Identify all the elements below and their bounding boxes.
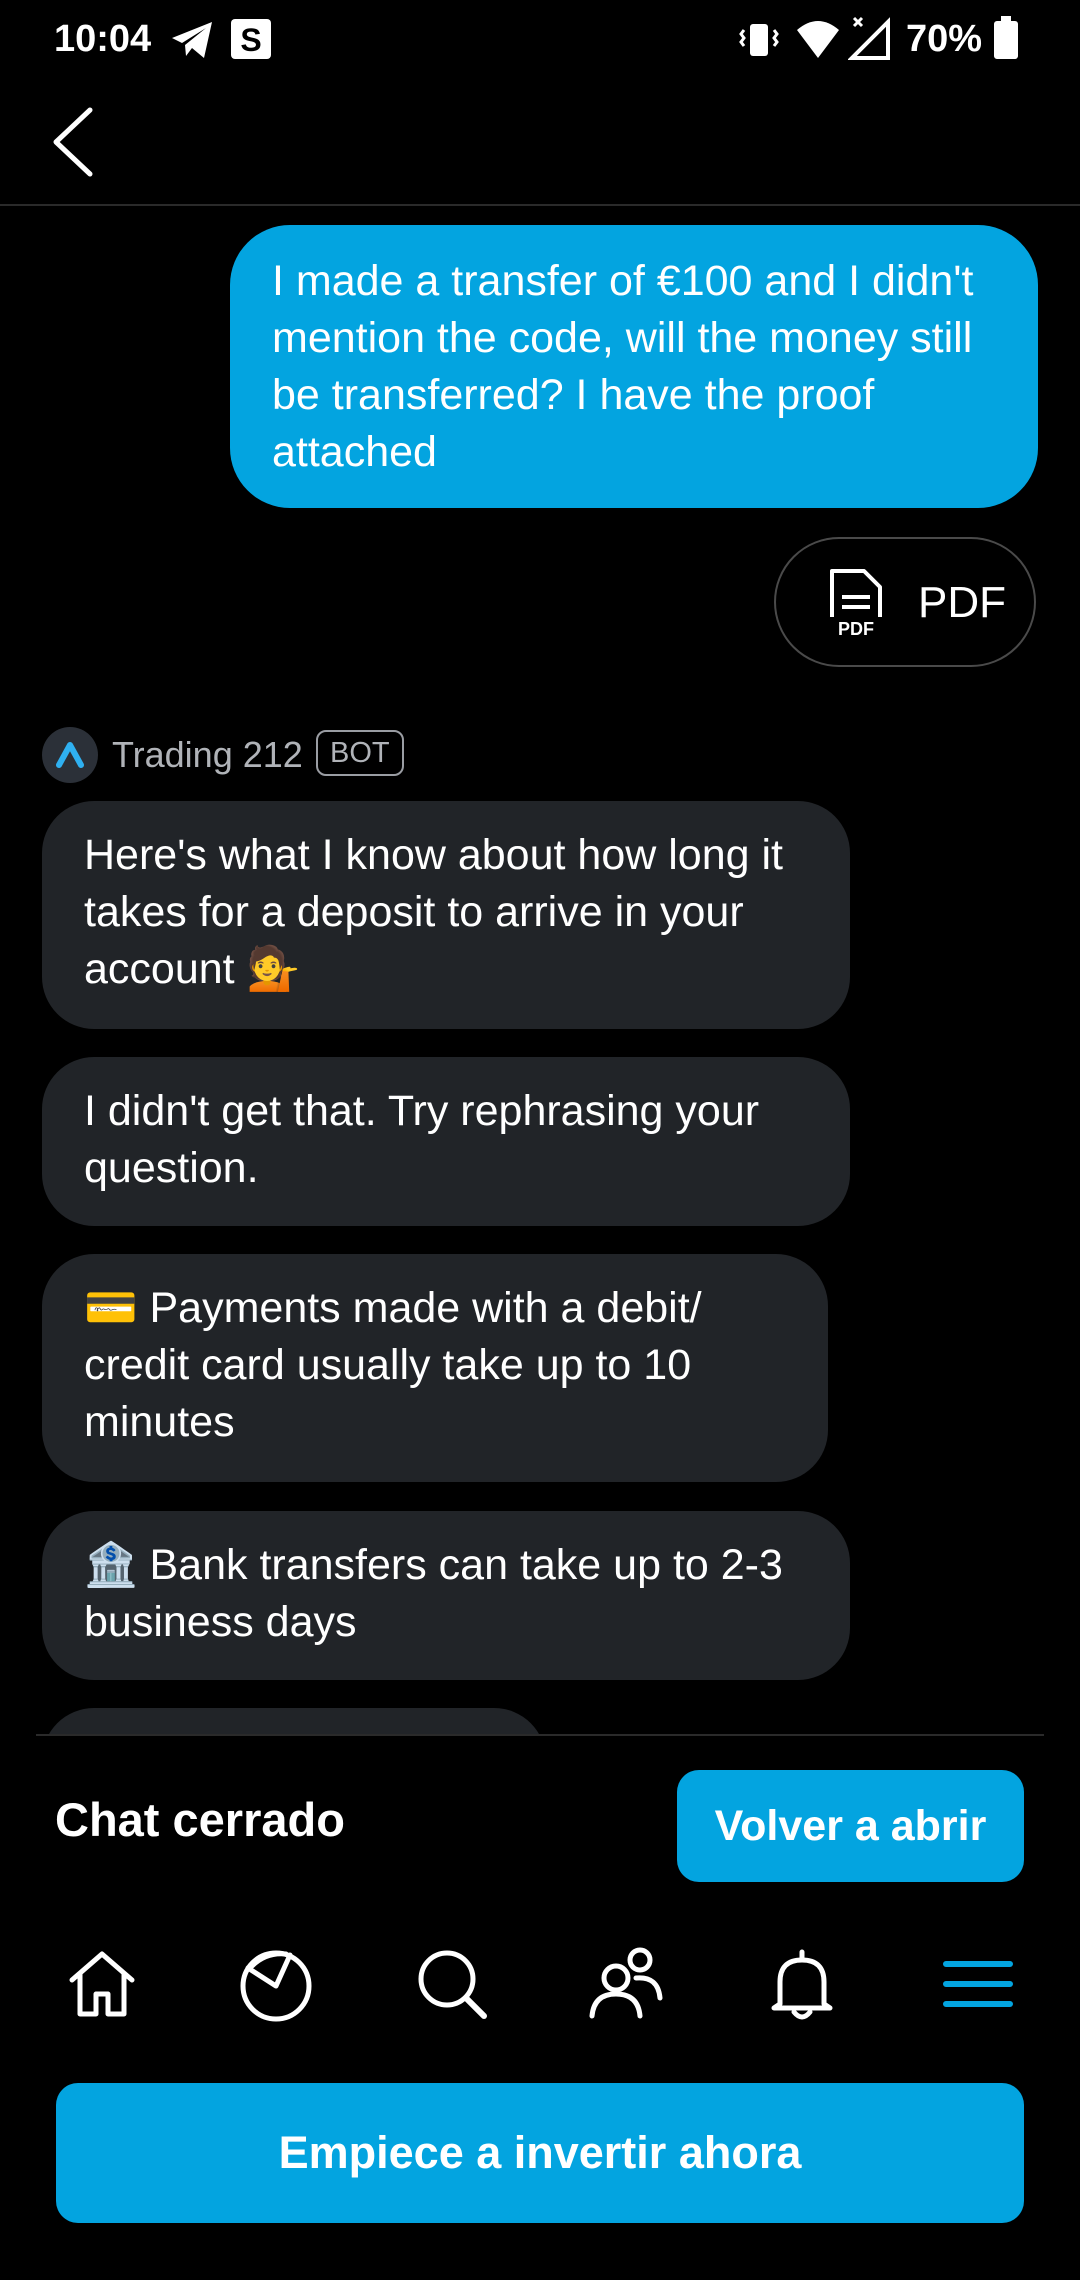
- bot-message: 💳 Payments made with a debit/ credit car…: [42, 1254, 828, 1482]
- trading212-logo-icon: [56, 742, 84, 768]
- chat-header: [0, 80, 1080, 206]
- wifi-icon: [797, 21, 839, 58]
- status-time: 10:04: [54, 18, 152, 60]
- bot-message: Here's what I know about how long it tak…: [42, 801, 850, 1029]
- signal-icon: [848, 16, 890, 60]
- home-icon[interactable]: [64, 1946, 140, 2022]
- portfolio-pie-icon[interactable]: [238, 1946, 314, 2022]
- telegram-icon: [172, 22, 212, 58]
- bot-badge: BOT: [316, 730, 404, 776]
- pdf-icon-text: PDF: [838, 619, 874, 639]
- user-message: I made a transfer of €100 and I didn't m…: [230, 225, 1038, 508]
- chat-closed-label: Chat cerrado: [55, 1793, 345, 1846]
- battery-icon: [994, 16, 1018, 59]
- s-app-icon: S: [231, 19, 271, 59]
- bell-icon[interactable]: [764, 1946, 840, 2022]
- vibrate-icon: [739, 24, 779, 56]
- bot-message: I didn't get that. Try rephrasing your q…: [42, 1057, 850, 1226]
- start-investing-button[interactable]: Empiece a invertir ahora: [56, 2083, 1024, 2223]
- pdf-attachment[interactable]: PDF PDF: [774, 537, 1036, 667]
- attachment-label: PDF: [918, 578, 1006, 627]
- pdf-file-icon: PDF: [826, 569, 886, 639]
- search-icon[interactable]: [414, 1946, 490, 2022]
- divider: [36, 1734, 1044, 1736]
- battery-percentage: 70%: [905, 18, 982, 60]
- community-icon[interactable]: [588, 1946, 664, 2022]
- reopen-chat-button[interactable]: Volver a abrir: [677, 1770, 1024, 1882]
- bot-avatar: [42, 727, 98, 783]
- bot-message: 🏦 Bank transfers can take up to 2-3 busi…: [42, 1511, 850, 1680]
- chevron-left-icon[interactable]: [44, 102, 104, 182]
- bot-name: Trading 212: [112, 734, 303, 775]
- menu-icon[interactable]: [940, 1946, 1016, 2022]
- svg-text:S: S: [240, 22, 261, 58]
